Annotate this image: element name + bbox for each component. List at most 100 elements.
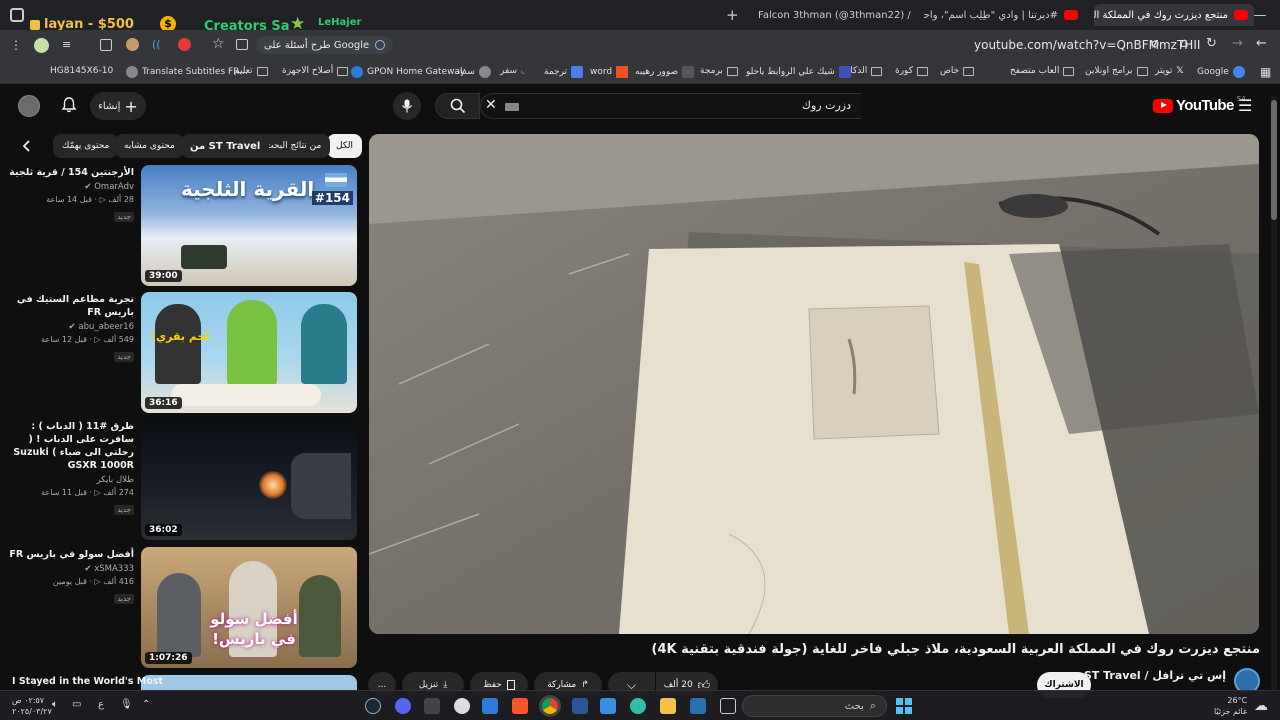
network-icon[interactable]: ▭ <box>72 699 81 710</box>
bookmark-word[interactable]: word <box>590 66 629 78</box>
bookmark-twitter[interactable]: 𝕏 تويتر <box>1155 66 1184 76</box>
recommended-thumbnail[interactable] <box>141 675 357 690</box>
recommended-title[interactable]: I Stayed in the World's Most <box>12 676 163 687</box>
person-shape <box>227 300 277 385</box>
open-in-app-icon[interactable] <box>236 39 248 50</box>
recommended-title[interactable]: الأرجنتين 154 / قرية ثلجية <box>6 166 134 179</box>
weather-widget[interactable]: 26°C غائم جزئيًا <box>1214 695 1247 717</box>
mail-icon[interactable] <box>482 698 498 714</box>
bookmark-travel[interactable]: ◟ سفر <box>500 66 525 76</box>
page-scrollbar[interactable] <box>1271 96 1277 690</box>
language-indicator[interactable]: ع <box>98 699 104 710</box>
chip-from-channel[interactable]: من ST Travel <box>181 134 270 158</box>
file-explorer-icon[interactable] <box>660 698 676 714</box>
profile-icon[interactable] <box>34 38 49 53</box>
github-icon[interactable] <box>454 698 470 714</box>
voice-search-button[interactable] <box>393 92 421 120</box>
steam-icon[interactable] <box>365 698 381 714</box>
recommended-title[interactable]: أفضل سولو في باريس FR <box>6 548 134 561</box>
app-icon[interactable] <box>10 8 24 22</box>
recommended-info[interactable]: أفضل سولو في باريس FR xSMA333 ✔ 416 ألف … <box>6 548 134 605</box>
bookmark-gpon[interactable]: GPON Home Gateway <box>351 66 465 78</box>
extensions-icon[interactable] <box>100 39 112 51</box>
ask-google-button[interactable]: طرح أسئلة على Google <box>256 36 394 54</box>
youtube-logo[interactable]: YouTube SA <box>1153 95 1246 114</box>
tab-desert-rock[interactable]: منتجع ديزرت روك في المملكة العربية ✕ <box>1094 4 1254 26</box>
taskbar-search[interactable]: ⌕ بحث <box>742 695 887 717</box>
media-icon[interactable]: ≡ <box>62 38 71 51</box>
bookmark-folder[interactable]: كورة <box>895 66 928 76</box>
word-icon[interactable] <box>572 698 588 714</box>
recommended-thumbnail[interactable]: 36:02 <box>141 419 357 540</box>
chevron-left-icon[interactable] <box>20 139 34 153</box>
store-icon[interactable] <box>600 698 616 714</box>
bookmark-google[interactable]: Google <box>1197 66 1245 78</box>
bookmark-folder[interactable]: أصلاح الاجهزة <box>282 66 349 76</box>
tab-falcon[interactable]: Falcon 3thman (@3thman22) / X 𝕏 ✕ <box>752 4 912 26</box>
url-field[interactable]: youtube.com/watch?v=QnBFMmzTHII <box>974 38 1200 52</box>
recommended-channel[interactable]: OmarAdv ✔ <box>6 182 134 192</box>
task-view-icon[interactable] <box>720 698 736 714</box>
discord-icon[interactable] <box>395 698 411 714</box>
new-tab-button[interactable]: + <box>726 6 739 24</box>
site-info-icon[interactable]: ⚙ <box>1150 38 1160 51</box>
search-input[interactable]: دزرت روك ✕ <box>480 93 861 119</box>
edge-icon[interactable] <box>630 698 646 714</box>
forward-icon[interactable]: → <box>1232 36 1243 51</box>
extension-wave-icon[interactable]: (( <box>152 38 161 51</box>
app-icon[interactable] <box>690 698 706 714</box>
recommended-thumbnail[interactable]: القرية الثلجية #154 39:00 <box>141 165 357 286</box>
recommended-channel[interactable]: abu_abeer16 ✔ <box>6 322 134 332</box>
bookmark-folder[interactable]: الذكاء <box>846 66 883 76</box>
extension-red-icon[interactable] <box>178 38 191 51</box>
xbox-icon[interactable] <box>424 698 440 714</box>
recommended-channel[interactable]: طلال بايكر <box>6 475 134 485</box>
recommended-channel[interactable]: xSMA333 ✔ <box>6 564 134 574</box>
volume-icon[interactable]: 🔈︎ <box>52 699 58 710</box>
brave-icon[interactable] <box>512 698 528 714</box>
keyboard-icon[interactable] <box>505 103 519 111</box>
bookmark-link-check[interactable]: شيك علي الروابط ياحلو <box>746 66 851 78</box>
recommended-meta: 274 ألف ▷ · قبل 11 ساعة <box>41 488 134 497</box>
chevron-up-icon[interactable]: ⌃ <box>142 699 150 710</box>
home-icon[interactable]: ⌂ <box>1180 36 1188 51</box>
bookmark-folder[interactable]: برامج اونلاين <box>1085 66 1148 76</box>
scrollbar-thumb[interactable] <box>1271 100 1277 220</box>
recommended-thumbnail[interactable]: أفضل سولو في باريس! 1:07:26 <box>141 547 357 668</box>
clear-search-icon[interactable]: ✕ <box>485 97 497 113</box>
chip-for-you[interactable]: محتوى يهمّك <box>53 134 119 158</box>
menu-dots-icon[interactable]: ⋮ <box>10 38 22 52</box>
recommended-info[interactable]: طرق #11 ( الدباب ) : سافرت على الدباب ! … <box>6 420 134 516</box>
search-button[interactable] <box>435 93 480 119</box>
recommended-title[interactable]: تجربة مطاعم الستيك في باريس FR <box>6 293 134 319</box>
create-button[interactable]: + إنشاء <box>90 92 146 120</box>
chip-related[interactable]: محتوى مشابه <box>115 134 184 158</box>
bookmark-folder[interactable]: برمجة <box>700 66 738 76</box>
microphone-icon[interactable]: 🎙︎ <box>120 699 133 710</box>
account-avatar[interactable] <box>18 95 40 117</box>
bookmark-hg8145[interactable]: HG8145X6-10 <box>50 66 113 76</box>
notifications-bell-icon[interactable] <box>60 96 78 114</box>
recommended-info[interactable]: الأرجنتين 154 / قرية ثلجية OmarAdv ✔ 28 … <box>6 166 134 223</box>
recommended-info[interactable]: تجربة مطاعم الستيك في باريس FR abu_abeer… <box>6 293 134 363</box>
chrome-icon[interactable] <box>542 698 558 714</box>
tab-diritna[interactable]: #ديرتنا | وادي "طِلِب اسم"، واحة سياحية … <box>924 4 1084 26</box>
video-duration: 39:00 <box>145 270 182 282</box>
apps-grid-icon[interactable]: ▦ <box>1260 65 1271 79</box>
bookmark-images[interactable]: صوور رهيبه <box>635 66 695 78</box>
bookmark-translate-subtitles[interactable]: Translate Subtitles FR... <box>126 66 248 78</box>
bookmark-folder[interactable]: خاص <box>940 66 975 76</box>
back-icon[interactable]: ← <box>1256 36 1267 51</box>
video-player[interactable] <box>369 134 1259 634</box>
extension-round-icon[interactable] <box>126 38 139 51</box>
bookmark-star-icon[interactable]: ☆ <box>212 36 225 52</box>
chip-all[interactable]: الكل <box>327 134 363 158</box>
recommended-thumbnail[interactable]: لحم بقري! 36:16 <box>141 292 357 413</box>
recommended-title[interactable]: طرق #11 ( الدباب ) : سافرت على الدباب ! … <box>6 420 134 472</box>
taskbar-clock[interactable]: ٠٢:٥٧ ص ٢٠٢٥/٠٣/٢٧ <box>12 695 52 717</box>
channel-name[interactable]: إس تي ترافل / ST Travel ✔ <box>1071 669 1226 682</box>
bookmark-translate[interactable]: ترجمة <box>544 66 584 78</box>
windows-start-icon[interactable] <box>896 698 912 714</box>
reload-icon[interactable]: ↻ <box>1206 36 1217 51</box>
bookmark-folder[interactable]: العاب متصفح <box>1010 66 1075 76</box>
